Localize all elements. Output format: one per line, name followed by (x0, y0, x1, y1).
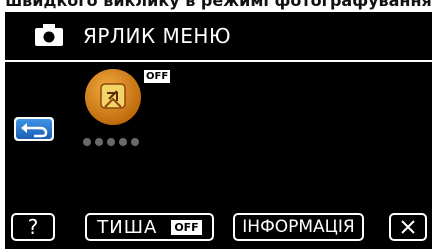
shortcut-menu-item[interactable]: OFF (83, 67, 183, 147)
page-dot (131, 138, 139, 146)
header-divider (5, 60, 432, 62)
silent-mode-button[interactable]: ТИША OFF (85, 213, 214, 241)
info-label: ІНФОРМАЦІЯ (242, 217, 355, 237)
page-caption: швидкого виклику в режимі фотографування (0, 0, 437, 12)
help-button[interactable]: ? (11, 213, 55, 241)
page-indicator (83, 131, 143, 150)
shortcut-state-badge: OFF (144, 70, 171, 83)
silent-label: ТИША (97, 216, 158, 238)
info-button[interactable]: ІНФОРМАЦІЯ (233, 213, 364, 241)
caption-text: швидкого виклику в режимі фотографування (5, 0, 432, 10)
page-dot (95, 138, 103, 146)
back-button[interactable] (14, 117, 54, 141)
silent-state-badge: OFF (171, 219, 202, 235)
page-dot (83, 138, 91, 146)
page-title: ЯРЛИК МЕНЮ (83, 24, 232, 48)
camera-screen: ЯРЛИК МЕНЮ OFF ? ТИША OFF ІНФОРМАЦІЯ (5, 12, 432, 249)
close-button[interactable] (389, 213, 427, 241)
page-dot (107, 138, 115, 146)
close-icon (401, 220, 415, 234)
help-label: ? (27, 215, 39, 239)
back-arrow-icon (21, 123, 48, 138)
header-bar: ЯРЛИК МЕНЮ (5, 12, 432, 60)
page-dot (119, 138, 127, 146)
shortcut-menu-icon (85, 69, 141, 125)
camera-icon (35, 24, 63, 46)
